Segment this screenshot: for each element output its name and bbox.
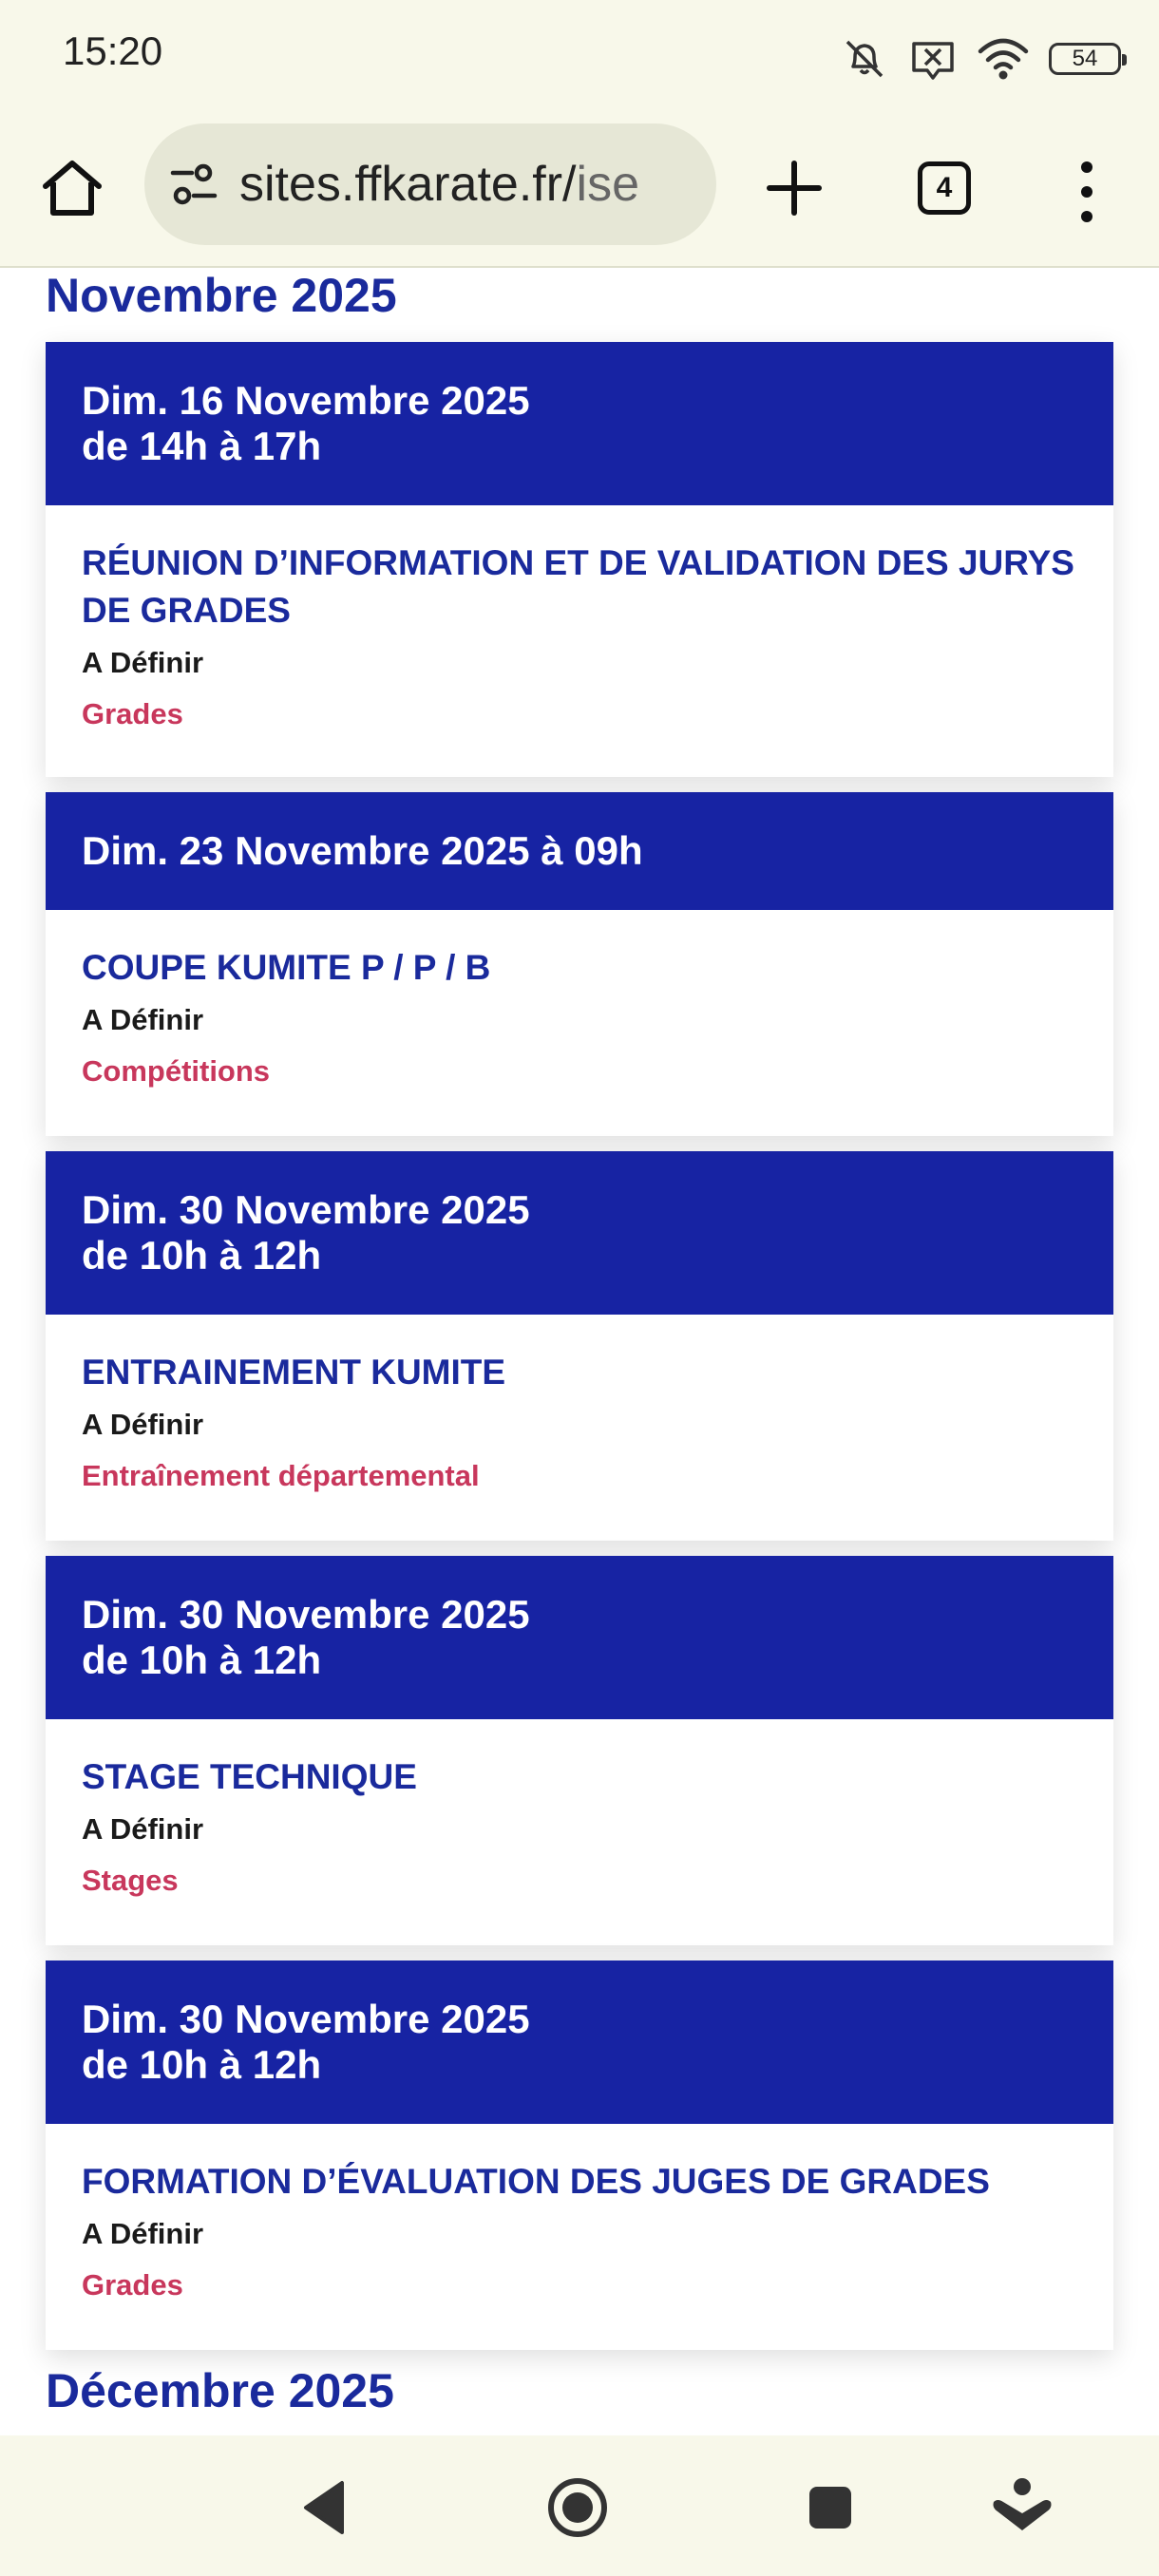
event-title[interactable]: COUPE KUMITE P / P / B: [82, 944, 1077, 992]
browser-toolbar: sites.ffkarate.fr/ise 4: [0, 116, 1159, 268]
event-card[interactable]: Dim. 30 Novembre 2025 de 10h à 12h ENTRA…: [46, 1151, 1113, 1541]
event-date-header: Dim. 30 Novembre 2025 de 10h à 12h: [46, 1556, 1113, 1719]
event-card[interactable]: Dim. 16 Novembre 2025 de 14h à 17h RÉUNI…: [46, 342, 1113, 777]
event-category[interactable]: Stages: [82, 1864, 1077, 1898]
event-date-header: Dim. 23 Novembre 2025 à 09h: [46, 792, 1113, 910]
event-title[interactable]: ENTRAINEMENT KUMITE: [82, 1349, 1077, 1396]
event-body: ENTRAINEMENT KUMITE A Définir Entraîneme…: [46, 1315, 1113, 1493]
mute-icon: [846, 40, 884, 78]
address-bar[interactable]: sites.ffkarate.fr/ise: [144, 123, 716, 245]
battery-level: 54: [1072, 46, 1098, 71]
navigation-bar: [0, 2435, 1159, 2576]
event-location: A Définir: [82, 1003, 204, 1036]
event-category[interactable]: Compétitions: [82, 1054, 1077, 1089]
event-category[interactable]: Entraînement départemental: [82, 1459, 1077, 1493]
event-title[interactable]: FORMATION D’ÉVALUATION DES JUGES DE GRAD…: [82, 2158, 1077, 2206]
event-category[interactable]: Grades: [82, 697, 1077, 731]
site-settings-icon[interactable]: [169, 161, 218, 207]
new-tab-icon[interactable]: [760, 154, 828, 222]
url-text[interactable]: sites.ffkarate.fr/ise: [239, 156, 639, 213]
event-body: RÉUNION D’INFORMATION ET DE VALIDATION D…: [46, 505, 1113, 731]
event-body: STAGE TECHNIQUE A Définir Stages: [46, 1719, 1113, 1898]
status-bar: 15:20 54: [0, 0, 1159, 116]
event-date: Dim. 30 Novembre 2025: [82, 1592, 530, 1637]
event-time: de 10h à 12h: [82, 1638, 322, 1682]
month-heading-december: Décembre 2025: [46, 2364, 394, 2417]
event-location: A Définir: [82, 1408, 204, 1441]
event-card[interactable]: Dim. 30 Novembre 2025 de 10h à 12h STAGE…: [46, 1556, 1113, 1945]
event-date: Dim. 30 Novembre 2025: [82, 1187, 530, 1232]
event-card[interactable]: Dim. 23 Novembre 2025 à 09h COUPE KUMITE…: [46, 792, 1113, 1136]
event-category[interactable]: Grades: [82, 2268, 1077, 2302]
month-heading-november: Novembre 2025: [46, 269, 397, 322]
event-date: Dim. 30 Novembre 2025: [82, 1997, 530, 2041]
event-body: COUPE KUMITE P / P / B A Définir Compéti…: [46, 910, 1113, 1089]
page-content: Novembre 2025 Dim. 16 Novembre 2025 de 1…: [0, 268, 1159, 2435]
event-title[interactable]: STAGE TECHNIQUE: [82, 1753, 1077, 1801]
url-dim: ise: [576, 157, 639, 212]
notification-off-icon: [912, 42, 954, 80]
home-icon[interactable]: [36, 152, 108, 224]
event-time: de 14h à 17h: [82, 424, 322, 468]
accessibility-icon[interactable]: [984, 2470, 1060, 2546]
event-card[interactable]: Dim. 30 Novembre 2025 de 10h à 12h FORMA…: [46, 1960, 1113, 2350]
url-main: sites.ffkarate.fr/: [239, 157, 577, 212]
more-menu-icon[interactable]: [1070, 158, 1104, 226]
event-body: FORMATION D’ÉVALUATION DES JUGES DE GRAD…: [46, 2124, 1113, 2302]
event-date: Dim. 16 Novembre 2025: [82, 378, 530, 423]
back-icon[interactable]: [289, 2470, 365, 2546]
tab-count: 4: [936, 172, 953, 203]
recents-icon[interactable]: [792, 2470, 868, 2546]
event-date: Dim. 23 Novembre 2025 à 09h: [82, 828, 643, 873]
battery-icon: 54: [1049, 43, 1127, 75]
tab-switcher-button[interactable]: 4: [918, 161, 971, 215]
status-icons: 54: [840, 32, 1127, 85]
home-button-icon[interactable]: [540, 2470, 616, 2546]
status-time: 15:20: [63, 28, 163, 73]
event-date-header: Dim. 30 Novembre 2025 de 10h à 12h: [46, 1960, 1113, 2124]
event-location: A Définir: [82, 646, 204, 679]
event-location: A Définir: [82, 1812, 204, 1846]
event-time: de 10h à 12h: [82, 2042, 322, 2087]
event-time: de 10h à 12h: [82, 1233, 322, 1278]
event-date-header: Dim. 16 Novembre 2025 de 14h à 17h: [46, 342, 1113, 505]
event-location: A Définir: [82, 2217, 204, 2250]
event-date-header: Dim. 30 Novembre 2025 de 10h à 12h: [46, 1151, 1113, 1315]
event-title[interactable]: RÉUNION D’INFORMATION ET DE VALIDATION D…: [82, 540, 1077, 635]
wifi-icon: [978, 38, 1029, 80]
